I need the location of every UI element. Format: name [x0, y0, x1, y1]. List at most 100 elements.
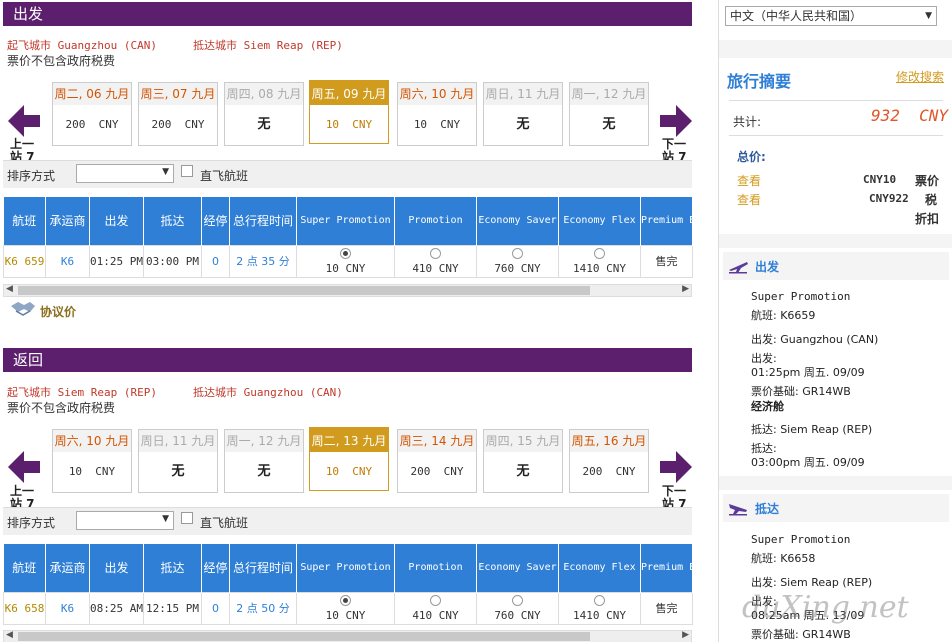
- chevron-down-icon: ▼: [925, 11, 932, 21]
- fare-radio[interactable]: [340, 594, 351, 606]
- fare-super-promotion[interactable]: 10 CNY: [296, 244, 395, 278]
- scroll-left-icon[interactable]: ◀: [6, 284, 13, 294]
- fare-price: 1410 CNY: [573, 261, 626, 275]
- watermark: duXing.net: [742, 590, 909, 625]
- col-super-promotion: Super Promotion: [296, 197, 395, 245]
- fare-radio[interactable]: [594, 594, 605, 606]
- date-option[interactable]: 周四, 08 九月无: [224, 82, 304, 146]
- fare-radio[interactable]: [594, 247, 605, 259]
- outbound-flight-table: 航班 承运商 出发 抵达 经停 总行程时间 Super Promotion Pr…: [3, 197, 693, 278]
- stops[interactable]: 0: [201, 591, 230, 625]
- total-value: 932 CNY: [871, 106, 949, 125]
- fare-economy-saver[interactable]: 760 CNY: [476, 591, 559, 625]
- date-price: 10 CNY: [325, 465, 373, 478]
- total-label: 共计:: [733, 115, 762, 129]
- fare-price: 760 CNY: [494, 261, 541, 275]
- plane-takeoff-icon: [729, 262, 748, 274]
- date-option[interactable]: 周四, 15 九月无: [483, 429, 563, 493]
- date-option[interactable]: 周六, 10 九月 10 CNY: [397, 82, 477, 146]
- scrollbar-thumb[interactable]: [18, 286, 590, 295]
- scroll-right-icon[interactable]: ▶: [682, 284, 689, 294]
- next-arrow-icon[interactable]: [658, 449, 694, 485]
- fare-economy-saver[interactable]: 760 CNY: [476, 244, 559, 278]
- sidebar-divider: [719, 40, 952, 58]
- date-option[interactable]: 周五, 16 九月 200 CNY: [569, 429, 649, 493]
- scrollbar-thumb[interactable]: [18, 632, 590, 641]
- fare-radio[interactable]: [430, 594, 441, 606]
- date-option[interactable]: 周三, 14 九月 200 CNY: [397, 429, 477, 493]
- fare-radio[interactable]: [340, 247, 351, 259]
- col-stops: 经停: [201, 544, 230, 592]
- sort-select[interactable]: ▼: [76, 164, 174, 183]
- date-price: 200 CNY: [582, 465, 636, 478]
- fare-basis: 票价基础: GR14WB: [751, 385, 851, 398]
- carrier[interactable]: K6: [45, 591, 90, 625]
- nonstop-checkbox[interactable]: [181, 165, 193, 177]
- depart-time: 08:25 AM: [89, 591, 144, 625]
- depart-segment-title: 出发: [755, 260, 780, 274]
- fare-radio[interactable]: [512, 594, 523, 606]
- col-premium-economy: Premium Eco: [640, 544, 693, 592]
- fare-promotion[interactable]: 410 CNY: [394, 591, 477, 625]
- horizontal-scrollbar[interactable]: ◀ ▶: [3, 284, 692, 297]
- chevron-down-icon: ▼: [162, 167, 169, 177]
- fare-super-promotion[interactable]: 10 CNY: [296, 591, 395, 625]
- table-header-row: 航班 承运商 出发 抵达 经停 总行程时间 Super Promotion Pr…: [3, 197, 693, 245]
- fare-radio[interactable]: [430, 247, 441, 259]
- col-promotion: Promotion: [394, 544, 477, 592]
- dep-time: 01:25pm 周五. 09/09: [751, 366, 865, 379]
- date-label: 周三, 07 九月: [139, 83, 217, 105]
- date-option[interactable]: 周日, 11 九月无: [138, 429, 218, 493]
- prev-arrow-icon[interactable]: [6, 449, 42, 485]
- destination-city: 抵达城市 Siem Reap (REP): [192, 39, 343, 52]
- fare-promotion[interactable]: 410 CNY: [394, 244, 477, 278]
- view-fare-link[interactable]: 查看: [737, 172, 761, 189]
- prev-arrow-icon[interactable]: [6, 103, 42, 139]
- view-tax-link[interactable]: 查看: [737, 191, 761, 208]
- flight-number[interactable]: K6 659: [3, 244, 46, 278]
- next-arrow-icon[interactable]: [658, 103, 694, 139]
- date-option[interactable]: 周三, 07 九月 200 CNY: [138, 82, 218, 146]
- carrier[interactable]: K6: [45, 244, 90, 278]
- col-stops: 经停: [201, 197, 230, 245]
- sort-select[interactable]: ▼: [76, 511, 174, 530]
- date-option[interactable]: 周一, 12 九月无: [224, 429, 304, 493]
- scroll-right-icon[interactable]: ▶: [682, 630, 689, 640]
- return-header: 返回: [3, 348, 692, 372]
- fare-economy-flex[interactable]: 1410 CNY: [558, 591, 641, 625]
- date-label: 周二, 13 九月: [310, 430, 388, 452]
- fare-price: 410 CNY: [412, 608, 459, 622]
- date-label: 周四, 08 九月: [225, 83, 303, 105]
- scroll-left-icon[interactable]: ◀: [6, 630, 13, 640]
- date-option[interactable]: 周六, 10 九月 10 CNY: [52, 429, 132, 493]
- fare-amount: CNY10: [863, 173, 897, 186]
- date-option[interactable]: 周二, 13 九月 10 CNY: [309, 427, 389, 491]
- date-price: 200 CNY: [410, 465, 464, 478]
- flight-number[interactable]: K6 658: [3, 591, 46, 625]
- stops[interactable]: 0: [201, 244, 230, 278]
- horizontal-scrollbar[interactable]: ◀ ▶: [3, 630, 692, 642]
- summary-title: 旅行摘要: [727, 72, 792, 91]
- fare-price: 10 CNY: [325, 261, 366, 275]
- depart-time: 01:25 PM: [89, 244, 144, 278]
- modify-search-link[interactable]: 修改搜索: [896, 68, 944, 85]
- date-label: 周六, 10 九月: [398, 83, 476, 105]
- date-label: 周三, 14 九月: [398, 430, 476, 452]
- date-option[interactable]: 周日, 11 九月无: [483, 82, 563, 146]
- arrive-time: 12:15 PM: [143, 591, 202, 625]
- separator: [729, 100, 943, 101]
- date-label: 周四, 15 九月: [484, 430, 562, 452]
- sidebar-divider: [719, 234, 952, 248]
- trip-summary-sidebar: 中文（中华人民共和国） ▼ 旅行摘要 修改搜索 共计: 932 CNY 总价: 查…: [718, 0, 952, 642]
- fare-radio[interactable]: [512, 247, 523, 259]
- nonstop-checkbox[interactable]: [181, 512, 193, 524]
- date-option[interactable]: 周一, 12 九月无: [569, 82, 649, 146]
- negotiated-fare-link[interactable]: 协议价: [40, 303, 76, 320]
- col-super-promotion: Super Promotion: [296, 544, 395, 592]
- date-option[interactable]: 周二, 06 九月 200 CNY: [52, 82, 132, 146]
- return-flight-table: 航班 承运商 出发 抵达 经停 总行程时间 Super Promotion Pr…: [3, 544, 693, 625]
- col-carrier: 承运商: [45, 197, 90, 245]
- language-select[interactable]: 中文（中华人民共和国） ▼: [725, 6, 937, 26]
- date-option[interactable]: 周五, 09 九月 10 CNY: [309, 80, 389, 144]
- fare-economy-flex[interactable]: 1410 CNY: [558, 244, 641, 278]
